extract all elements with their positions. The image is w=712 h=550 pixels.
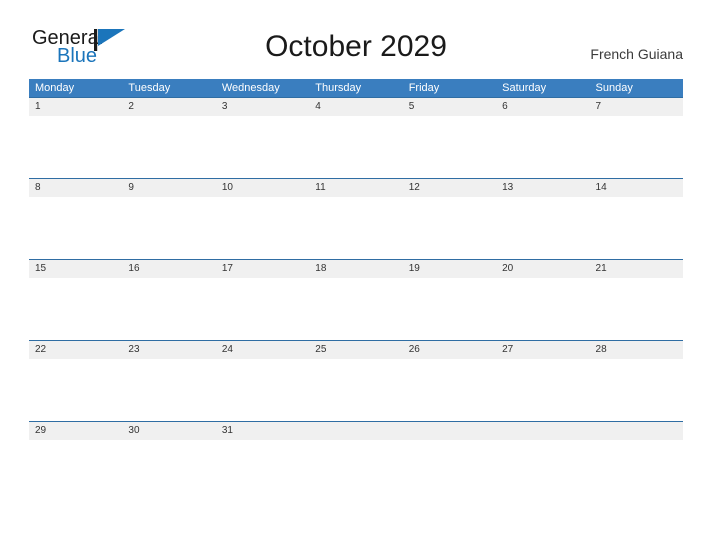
week-row: 15 16 17 18 19 20 21: [29, 259, 683, 340]
day-cell[interactable]: 20: [496, 260, 589, 278]
day-cell[interactable]: 1: [29, 98, 122, 116]
day-cell[interactable]: 18: [309, 260, 402, 278]
day-cell[interactable]: 16: [122, 260, 215, 278]
day-cell[interactable]: 6: [496, 98, 589, 116]
day-cell[interactable]: 19: [403, 260, 496, 278]
day-cell-empty: [309, 422, 402, 440]
day-cell[interactable]: 4: [309, 98, 402, 116]
region-label: French Guiana: [590, 46, 683, 62]
week-row: 8 9 10 11 12 13 14: [29, 178, 683, 259]
weekday-header-row: Monday Tuesday Wednesday Thursday Friday…: [29, 79, 683, 97]
day-cell[interactable]: 10: [216, 179, 309, 197]
week-date-band: 1 2 3 4 5 6 7: [29, 97, 683, 116]
page-header: General Blue October 2029 French Guiana: [0, 0, 712, 66]
week-note-area[interactable]: [29, 197, 683, 259]
day-cell[interactable]: 13: [496, 179, 589, 197]
week-date-band: 22 23 24 25 26 27 28: [29, 340, 683, 359]
day-cell[interactable]: 9: [122, 179, 215, 197]
day-cell[interactable]: 11: [309, 179, 402, 197]
day-cell-empty: [403, 422, 496, 440]
day-cell[interactable]: 23: [122, 341, 215, 359]
week-row: 29 30 31: [29, 421, 683, 502]
week-note-area[interactable]: [29, 440, 683, 502]
day-cell[interactable]: 2: [122, 98, 215, 116]
weekday-header-friday: Friday: [408, 82, 440, 94]
calendar-page: General Blue October 2029 French Guiana …: [0, 0, 712, 550]
day-cell[interactable]: 14: [590, 179, 683, 197]
calendar-grid: Monday Tuesday Wednesday Thursday Friday…: [29, 79, 683, 502]
day-cell-empty: [590, 422, 683, 440]
day-cell[interactable]: 12: [403, 179, 496, 197]
week-note-area[interactable]: [29, 359, 683, 421]
weekday-header-tuesday: Tuesday: [128, 82, 171, 94]
weekday-header-sunday: Sunday: [595, 82, 633, 94]
week-date-band: 29 30 31: [29, 421, 683, 440]
day-cell[interactable]: 21: [590, 260, 683, 278]
day-cell[interactable]: 17: [216, 260, 309, 278]
week-row: 1 2 3 4 5 6 7: [29, 97, 683, 178]
day-cell[interactable]: 15: [29, 260, 122, 278]
week-date-band: 15 16 17 18 19 20 21: [29, 259, 683, 278]
week-row: 22 23 24 25 26 27 28: [29, 340, 683, 421]
day-cell[interactable]: 22: [29, 341, 122, 359]
weekday-header-saturday: Saturday: [502, 82, 547, 94]
day-cell[interactable]: 24: [216, 341, 309, 359]
day-cell[interactable]: 31: [216, 422, 309, 440]
weekday-header-wednesday: Wednesday: [221, 82, 280, 94]
day-cell[interactable]: 26: [403, 341, 496, 359]
day-cell[interactable]: 28: [590, 341, 683, 359]
week-note-area[interactable]: [29, 278, 683, 340]
weekday-header-thursday: Thursday: [315, 82, 362, 94]
day-cell[interactable]: 8: [29, 179, 122, 197]
weekday-header-monday: Monday: [35, 82, 75, 94]
day-cell[interactable]: 3: [216, 98, 309, 116]
day-cell[interactable]: 29: [29, 422, 122, 440]
day-cell[interactable]: 25: [309, 341, 402, 359]
day-cell[interactable]: 30: [122, 422, 215, 440]
day-cell[interactable]: 27: [496, 341, 589, 359]
day-cell-empty: [496, 422, 589, 440]
day-cell[interactable]: 7: [590, 98, 683, 116]
day-cell[interactable]: 5: [403, 98, 496, 116]
week-date-band: 8 9 10 11 12 13 14: [29, 178, 683, 197]
week-note-area[interactable]: [29, 116, 683, 178]
